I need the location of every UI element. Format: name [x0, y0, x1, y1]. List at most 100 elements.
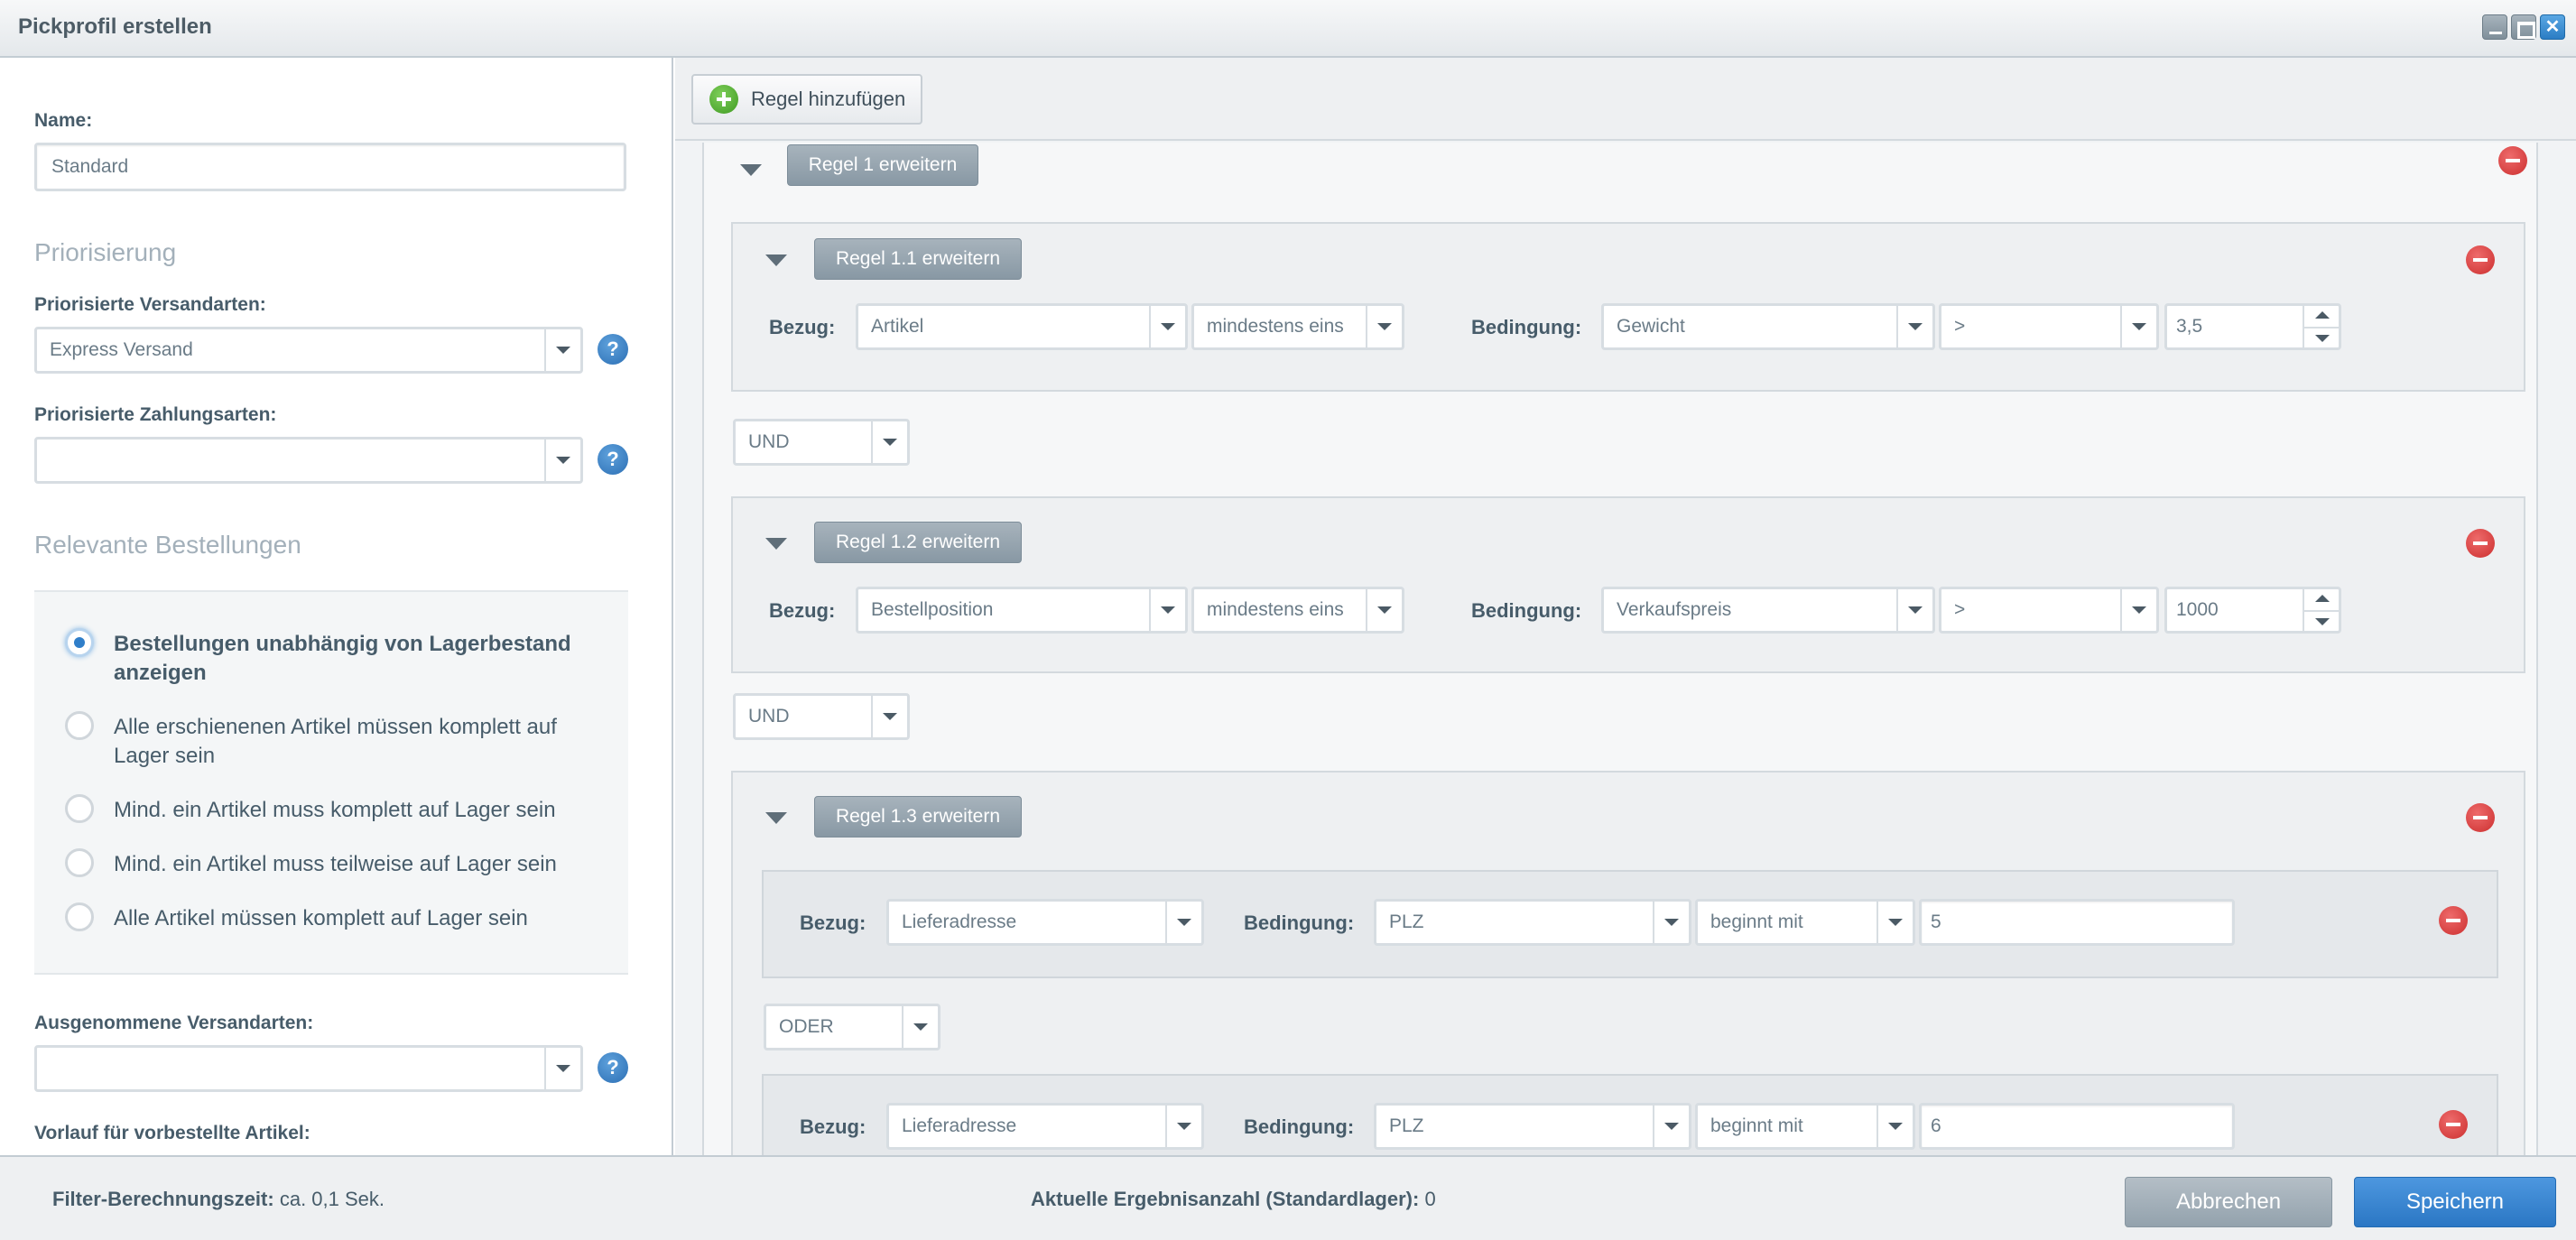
bezug-select[interactable]: Lieferadresse — [886, 1103, 1204, 1150]
chevron-down-icon[interactable] — [544, 440, 580, 481]
chevron-down-icon[interactable] — [1366, 306, 1402, 347]
cancel-button[interactable]: Abbrechen — [2125, 1177, 2332, 1227]
radio-option[interactable]: Alle erschienenen Artikel müssen komplet… — [65, 711, 601, 771]
operator-select[interactable]: > — [1939, 587, 2159, 634]
help-icon[interactable]: ? — [598, 334, 628, 365]
chevron-down-icon[interactable] — [1653, 1106, 1689, 1147]
condition-select[interactable]: PLZ — [1374, 899, 1691, 946]
operator-value: beginnt mit — [1710, 911, 1803, 932]
chevron-down-icon[interactable] — [1149, 306, 1185, 347]
chevron-down-icon[interactable] — [1366, 589, 1402, 631]
condition-label: Bedingung: — [1244, 1115, 1355, 1138]
spin-down-icon[interactable] — [2315, 618, 2330, 625]
chevron-down-icon[interactable] — [902, 1006, 938, 1048]
name-input[interactable]: Standard — [34, 143, 626, 191]
chevron-down-icon[interactable] — [1653, 902, 1689, 943]
remove-rule-icon[interactable] — [2466, 245, 2495, 274]
radio-option[interactable]: Bestellungen unabhängig von Lagerbestand… — [65, 628, 601, 688]
help-icon[interactable]: ? — [598, 1052, 628, 1083]
expand-rule-1-1-button[interactable]: Regel 1.1 erweitern — [814, 238, 1022, 280]
bezug-select[interactable]: Bestellposition — [856, 587, 1188, 634]
chevron-down-icon[interactable] — [2120, 589, 2156, 631]
remove-sub-rule-icon[interactable] — [2439, 906, 2468, 935]
operator-select[interactable]: beginnt mit — [1695, 1103, 1915, 1150]
radio-button[interactable] — [65, 902, 94, 931]
radio-button[interactable] — [65, 794, 94, 823]
expand-rule-1-2-button[interactable]: Regel 1.2 erweitern — [814, 522, 1022, 563]
spin-down-icon[interactable] — [2315, 335, 2330, 342]
result-count-value: 0 — [1424, 1188, 1436, 1210]
value-input[interactable]: 6 — [1919, 1103, 2235, 1150]
excluded-shipping-select[interactable] — [34, 1045, 583, 1092]
bezug-select[interactable]: Artikel — [856, 303, 1188, 350]
expand-rule-1-3-button[interactable]: Regel 1.3 erweitern — [814, 796, 1022, 837]
condition-select[interactable]: PLZ — [1374, 1103, 1691, 1150]
logic-join-select[interactable]: UND — [733, 419, 910, 466]
radio-option[interactable]: Mind. ein Artikel muss komplett auf Lage… — [65, 794, 601, 825]
chevron-down-icon[interactable] — [1896, 589, 1932, 631]
chevron-down-icon[interactable] — [871, 421, 907, 463]
collapse-caret-icon[interactable] — [740, 164, 762, 176]
prio-shipping-select[interactable]: Express Versand — [34, 327, 583, 374]
maximize-button[interactable] — [2511, 14, 2536, 40]
add-rule-button[interactable]: Regel hinzufügen — [691, 74, 922, 125]
chevron-down-icon[interactable] — [2120, 306, 2156, 347]
radio-button[interactable] — [65, 848, 94, 877]
rule-1-2: Regel 1.2 erweitern Bezug: Bestellpositi… — [731, 496, 2525, 673]
spinner-buttons[interactable] — [2303, 306, 2339, 347]
bezug-select[interactable]: Lieferadresse — [886, 899, 1204, 946]
close-button[interactable]: ✕ — [2540, 14, 2565, 40]
collapse-caret-icon[interactable] — [765, 254, 787, 266]
quantifier-select[interactable]: mindestens eins — [1191, 303, 1404, 350]
collapse-caret-icon[interactable] — [765, 812, 787, 824]
radio-label: Alle Artikel müssen komplett auf Lager s… — [114, 906, 528, 930]
remove-sub-rule-icon[interactable] — [2439, 1110, 2468, 1139]
spinner-value: 3,5 — [2176, 316, 2203, 337]
chevron-down-icon[interactable] — [544, 1048, 580, 1089]
expand-rule-1-button[interactable]: Regel 1 erweitern — [787, 144, 978, 186]
remove-rule-icon[interactable] — [2498, 146, 2527, 175]
operator-select[interactable]: beginnt mit — [1695, 899, 1915, 946]
help-icon[interactable]: ? — [598, 444, 628, 475]
chevron-down-icon[interactable] — [871, 696, 907, 737]
collapse-caret-icon[interactable] — [765, 538, 787, 550]
remove-rule-icon[interactable] — [2466, 803, 2495, 832]
chevron-down-icon[interactable] — [1165, 902, 1201, 943]
value-spinner[interactable]: 1000 — [2164, 587, 2341, 634]
spinner-divider — [2304, 610, 2339, 612]
chevron-down-icon[interactable] — [1876, 902, 1913, 943]
minimize-icon — [2483, 15, 2507, 39]
prio-payment-select[interactable] — [34, 437, 583, 484]
remove-rule-icon[interactable] — [2466, 529, 2495, 558]
chevron-down-icon[interactable] — [1165, 1106, 1201, 1147]
minimize-button[interactable] — [2482, 14, 2507, 40]
relevant-orders-group: Bestellungen unabhängig von Lagerbestand… — [34, 590, 628, 975]
spinner-divider — [2304, 327, 2339, 329]
bezug-label: Bezug: — [800, 1115, 866, 1138]
spin-up-icon[interactable] — [2315, 311, 2330, 319]
chevron-down-icon[interactable] — [544, 329, 580, 371]
condition-select[interactable]: Verkaufspreis — [1601, 587, 1935, 634]
radio-option[interactable]: Alle Artikel müssen komplett auf Lager s… — [65, 902, 601, 933]
value-input[interactable]: 5 — [1919, 899, 2235, 946]
logic-join-select[interactable]: UND — [733, 693, 910, 740]
bezug-label: Bezug: — [769, 599, 836, 622]
quantifier-select[interactable]: mindestens eins — [1191, 587, 1404, 634]
operator-select[interactable]: > — [1939, 303, 2159, 350]
radio-button[interactable] — [65, 711, 94, 740]
chevron-down-icon[interactable] — [1876, 1106, 1913, 1147]
logic-join-select[interactable]: ODER — [764, 1004, 941, 1050]
radio-option[interactable]: Mind. ein Artikel muss teilweise auf Lag… — [65, 848, 601, 879]
condition-select[interactable]: Gewicht — [1601, 303, 1935, 350]
chevron-down-icon[interactable] — [1896, 306, 1932, 347]
radio-button-selected[interactable] — [65, 628, 94, 657]
value-spinner[interactable]: 3,5 — [2164, 303, 2341, 350]
spinner-buttons[interactable] — [2303, 589, 2339, 631]
operator-value: > — [1954, 599, 1966, 620]
condition-value: Gewicht — [1617, 316, 1685, 337]
spin-up-icon[interactable] — [2315, 595, 2330, 602]
sub-rule: Bezug: Lieferadresse Bedingung: PLZ begi… — [762, 870, 2498, 978]
add-rule-label: Regel hinzufügen — [751, 88, 906, 110]
chevron-down-icon[interactable] — [1149, 589, 1185, 631]
save-button[interactable]: Speichern — [2354, 1177, 2556, 1227]
